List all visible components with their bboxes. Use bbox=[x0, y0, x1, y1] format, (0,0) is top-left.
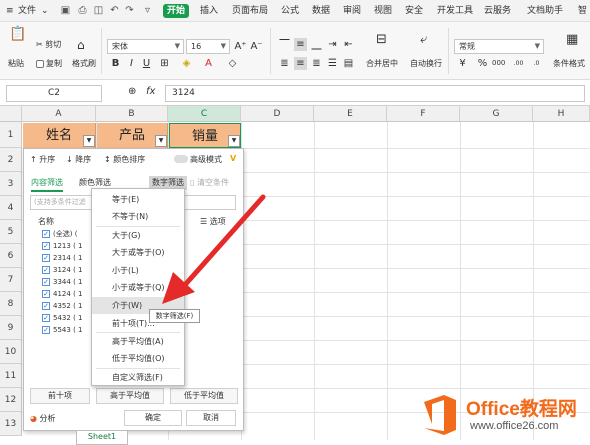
watermark-url: www.office26.com bbox=[470, 420, 559, 432]
watermark: Office教程网 www.office26.com bbox=[410, 388, 590, 445]
sheet-tab[interactable]: Sheet1 bbox=[76, 431, 128, 445]
office-logo-icon bbox=[424, 395, 456, 435]
annotation-arrow-icon bbox=[162, 194, 266, 304]
watermark-brand: Office教程网 bbox=[466, 399, 577, 420]
